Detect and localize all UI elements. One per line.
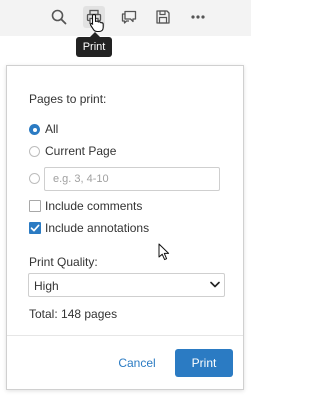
radio-all[interactable] — [29, 124, 40, 135]
total-pages-text: Total: 148 pages — [29, 307, 118, 321]
radio-current-page-label[interactable]: Current Page — [45, 144, 116, 158]
radio-all-label[interactable]: All — [45, 122, 58, 136]
print-quality-select[interactable]: High — [28, 273, 225, 297]
search-icon — [51, 9, 67, 25]
more-icon — [191, 15, 205, 19]
radio-page-range[interactable] — [29, 173, 40, 184]
save-icon — [156, 10, 170, 24]
arrow-cursor-icon — [158, 243, 170, 261]
radio-current-page[interactable] — [29, 146, 40, 157]
page-range-input[interactable] — [44, 167, 220, 191]
print-tooltip: Print — [76, 32, 112, 57]
include-annotations-label[interactable]: Include annotations — [45, 221, 149, 235]
checkmark-icon — [30, 224, 40, 232]
search-button[interactable] — [48, 6, 70, 28]
cancel-button[interactable]: Cancel — [111, 350, 163, 376]
print-quality-value: High — [34, 279, 59, 293]
comment-icon — [121, 10, 137, 24]
dialog-divider — [7, 335, 243, 336]
comment-button[interactable] — [118, 6, 140, 28]
include-comments-label[interactable]: Include comments — [45, 199, 142, 213]
more-button[interactable] — [187, 6, 209, 28]
save-button[interactable] — [152, 6, 174, 28]
include-annotations-checkbox[interactable] — [29, 222, 41, 234]
print-button[interactable]: Print — [175, 349, 233, 377]
chevron-down-icon — [210, 281, 220, 288]
include-comments-checkbox[interactable] — [29, 200, 41, 212]
print-dialog: Pages to print: All Current Page Include… — [6, 65, 244, 390]
toolbar — [0, 0, 251, 36]
print-quality-label: Print Quality: — [29, 255, 98, 269]
pages-to-print-label: Pages to print: — [29, 92, 107, 106]
hand-pointer-icon — [90, 13, 104, 33]
